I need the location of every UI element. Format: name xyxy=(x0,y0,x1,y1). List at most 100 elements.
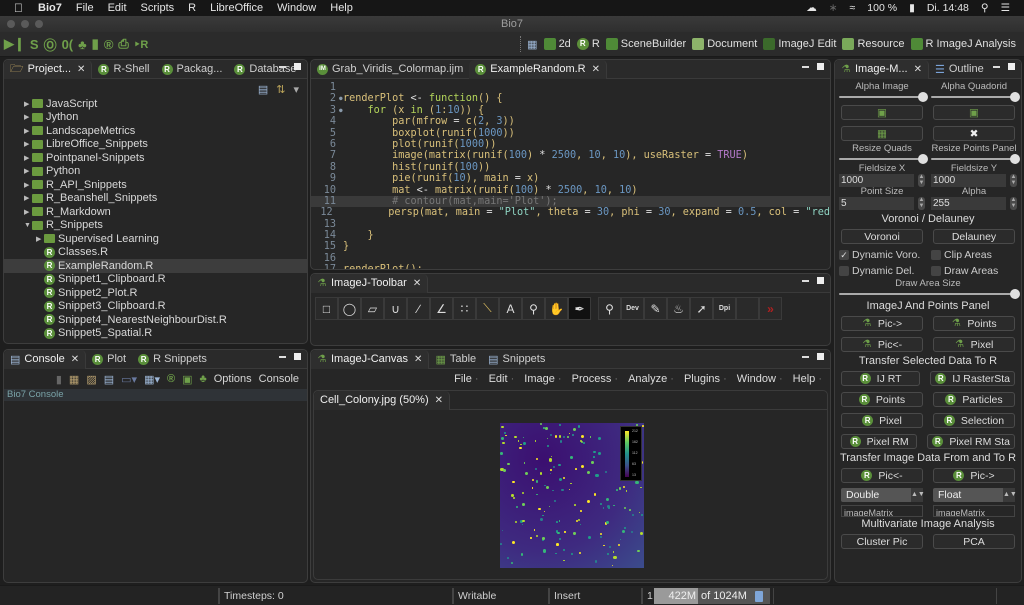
tab-packages[interactable]: R Packag... xyxy=(156,60,229,79)
close-icon[interactable]: ✕ xyxy=(592,64,600,75)
resize-points-panel-slider[interactable] xyxy=(931,154,1020,164)
tree-folder[interactable]: ▶ Pointpanel-Snippets xyxy=(4,151,307,165)
code-line[interactable]: 13 xyxy=(311,219,830,230)
dpi-tool-icon[interactable]: Dpi xyxy=(713,297,736,320)
perspective-r-imagej-analysis[interactable]: R ImageJ Analysis xyxy=(910,38,1016,50)
code-line[interactable]: 11 # contour(mat,main='Plot'); xyxy=(311,195,830,208)
perspective-document[interactable]: Document xyxy=(692,38,757,50)
tab-example-random[interactable]: R ExampleRandom.R ✕ xyxy=(469,60,607,79)
maximize-panel-button[interactable] xyxy=(294,353,301,360)
tree-folder[interactable]: ▶ LandscapeMetrics xyxy=(4,124,307,138)
plugin-icon[interactable]: ♣ xyxy=(78,37,87,52)
tab-outline[interactable]: ☰ Outline xyxy=(929,60,990,79)
data-type-right-select[interactable]: Float ▲▼ xyxy=(933,488,1017,502)
clip-areas-checkbox[interactable]: Clip Areas xyxy=(931,247,1017,263)
print-icon[interactable]: ⎙ xyxy=(118,36,128,52)
heap-status[interactable]: 422M of 1024M xyxy=(654,588,770,604)
collapse-all-icon[interactable]: ▤ xyxy=(258,83,268,97)
chevron-right-icon[interactable]: ▶ xyxy=(24,167,32,175)
link-with-editor-icon[interactable]: ⇅ xyxy=(276,83,285,97)
chevron-right-icon[interactable]: ▶ xyxy=(24,194,32,202)
pic-to-r-button[interactable]: R Pic-> xyxy=(933,468,1015,483)
code-line[interactable]: 17 renderPlot(); xyxy=(311,264,830,269)
brush-tool-icon[interactable]: ✎ xyxy=(644,297,667,320)
clear-icon[interactable]: ▮ xyxy=(56,373,62,386)
fieldsize-y-stepper[interactable]: ▲ ▼ xyxy=(1010,174,1017,187)
minimize-panel-button[interactable] xyxy=(802,66,809,68)
tree-file[interactable]: R Snippet2_Plot.R xyxy=(4,286,307,300)
data-type-left-select[interactable]: Double ▲▼ xyxy=(841,488,925,502)
oval-tool-icon[interactable]: ◯ xyxy=(338,297,361,320)
ij-menu-image[interactable]: Image xyxy=(524,373,561,385)
spotlight-search-icon[interactable]: ⚲ xyxy=(981,2,989,14)
particles-button[interactable]: R Particles xyxy=(933,392,1015,407)
code-line[interactable]: 7 image(matrix(runif(100) * 2500, 10, 10… xyxy=(311,150,830,161)
tree-file[interactable]: R Snippet3_Clipboard.R xyxy=(4,300,307,314)
chevron-right-icon[interactable]: ▶ xyxy=(24,154,32,162)
magnifier-tool-icon[interactable]: ⚲ xyxy=(522,297,545,320)
rectangle-tool-icon[interactable]: □ xyxy=(315,297,338,320)
voronoi-button[interactable]: Voronoi xyxy=(841,229,923,244)
terminal-icon[interactable]: ▭▾ xyxy=(121,373,137,386)
resize-quads-slider[interactable] xyxy=(839,154,928,164)
dev-tool-icon[interactable]: Dev xyxy=(621,297,644,320)
menu-scripts[interactable]: Scripts xyxy=(141,2,175,14)
maximize-panel-button[interactable] xyxy=(294,63,301,70)
ij-rasterstats-button[interactable]: R IJ RasterSta xyxy=(930,371,1015,386)
menu-libreoffice[interactable]: LibreOffice xyxy=(210,2,263,14)
minimize-panel-button[interactable] xyxy=(279,66,286,68)
code-line[interactable]: 14 } xyxy=(311,230,830,241)
code-line[interactable]: 12 persp(mat, main = "Plot", theta = 30,… xyxy=(311,207,830,218)
angle-tool-icon[interactable]: ∠ xyxy=(430,297,453,320)
ij-rt-button[interactable]: R IJ RT xyxy=(841,371,921,386)
new-file-icon[interactable]: ▮ xyxy=(92,36,99,52)
menu-help[interactable]: Help xyxy=(330,2,353,14)
menu-file[interactable]: File xyxy=(76,2,94,14)
points-button[interactable]: ⚗ Points xyxy=(933,316,1015,331)
empty-tool-slot[interactable] xyxy=(736,297,759,320)
new-console-icon[interactable]: ▦▾ xyxy=(144,373,160,386)
clock[interactable]: Di. 14:48 xyxy=(927,2,969,14)
tree-folder[interactable]: ▶ Jython xyxy=(4,111,307,125)
close-icon[interactable]: ✕ xyxy=(914,64,922,75)
perspective-r[interactable]: R R xyxy=(576,38,600,50)
delauney-button[interactable]: Delauney xyxy=(933,229,1015,244)
tree-folder[interactable]: ▶ R_API_Snippets xyxy=(4,178,307,192)
freehand-tool-icon[interactable]: ∪ xyxy=(384,297,407,320)
code-line[interactable]: 16 xyxy=(311,253,830,264)
python-icon[interactable]: ♣ xyxy=(200,373,207,385)
wand-tool-icon[interactable]: ⟍ xyxy=(476,297,499,320)
hand-tool-icon[interactable]: ✋ xyxy=(545,297,568,320)
zoom-window-button[interactable] xyxy=(35,20,43,28)
cluster-pic-button[interactable]: Cluster Pic xyxy=(841,534,923,549)
menu-window[interactable]: Window xyxy=(277,2,316,14)
options-menu[interactable]: Options xyxy=(214,373,252,385)
ij-menu-analyze[interactable]: Analyze xyxy=(628,373,674,385)
code-line[interactable]: 2 ● renderPlot <- function() { xyxy=(311,93,830,104)
perspective-resource[interactable]: Resource xyxy=(842,38,905,50)
garbage-collect-icon[interactable] xyxy=(754,590,763,602)
code-line[interactable]: 4 par(mfrow = c(2, 3)) xyxy=(311,116,830,127)
tab-image-methods[interactable]: ⚗ Image-M... ✕ xyxy=(835,60,929,79)
code-editor[interactable]: 1 2 ● renderPlot <- function() {3 ● for (x i… xyxy=(311,79,830,269)
maximize-panel-button[interactable] xyxy=(817,63,824,70)
menu-r[interactable]: R xyxy=(188,2,196,14)
chevron-right-icon[interactable]: ▶ xyxy=(24,127,32,135)
draw-areas-checkbox[interactable]: Draw Areas xyxy=(931,263,1017,279)
close-icon[interactable]: ✕ xyxy=(71,354,79,365)
tab-table[interactable]: ▦ Table xyxy=(429,350,482,369)
tab-project-explorer[interactable]: 🗁 Project... ✕ xyxy=(4,60,93,79)
perspective-imagej-edit[interactable]: ImageJ Edit xyxy=(763,38,836,50)
chevron-right-icon[interactable]: ▶ xyxy=(24,140,32,148)
wifi-icon[interactable]: ≈ xyxy=(850,2,856,14)
maximize-panel-button[interactable] xyxy=(817,353,824,360)
source-icon[interactable]: S xyxy=(30,37,39,52)
chevron-right-icon[interactable]: ▶ xyxy=(24,208,32,216)
code-line[interactable]: 9 pie(runif(10), main = x) xyxy=(311,173,830,184)
stop-icon[interactable]: Ⓞ xyxy=(44,35,57,54)
ij-menu-plugins[interactable]: Plugins xyxy=(684,373,727,385)
selection-button[interactable]: R Selection xyxy=(933,413,1015,428)
tab-cell-colony-image[interactable]: Cell_Colony.jpg (50%) ✕ xyxy=(314,390,451,410)
pic-from-points-button[interactable]: ⚗ Pic<- xyxy=(841,337,923,352)
tree-folder[interactable]: ▶ R_Beanshell_Snippets xyxy=(4,192,307,206)
